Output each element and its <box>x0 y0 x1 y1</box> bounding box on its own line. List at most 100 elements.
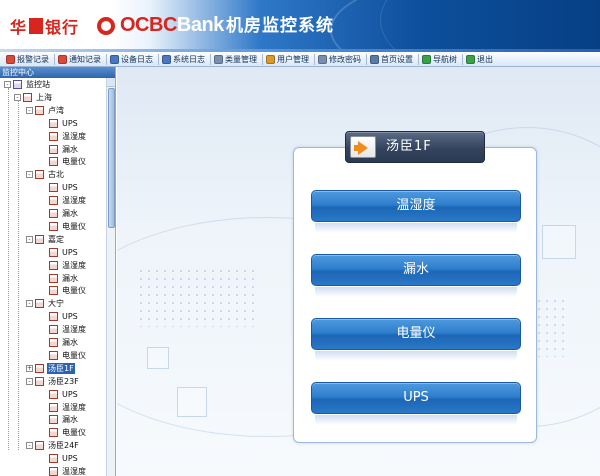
temp-humidity-button[interactable]: 温湿度 <box>311 190 521 222</box>
tree-leaf-item[interactable]: 漏水 <box>49 207 79 220</box>
tree-node[interactable]: - 嘉定 <box>26 233 65 246</box>
tree-node[interactable]: - 古北 <box>26 168 65 181</box>
device-icon <box>49 338 58 347</box>
collapse-icon[interactable]: - <box>26 442 33 450</box>
tree-leaf-item[interactable]: UPS <box>49 181 79 194</box>
tree-label: 漏水 <box>62 209 78 218</box>
tree-leaf-item[interactable]: 漏水 <box>49 272 79 285</box>
device-icon <box>49 157 58 167</box>
tree-guide-line <box>8 88 9 450</box>
tree-label: 古北 <box>48 170 64 180</box>
tree-node[interactable]: + 汤臣1F <box>26 362 75 375</box>
tree-node[interactable]: - 汤臣24F <box>26 439 80 452</box>
tree-leaf-item[interactable]: UPS <box>49 246 79 259</box>
tree-leaf-item[interactable]: 温湿度 <box>49 323 87 336</box>
collapse-icon[interactable]: - <box>26 235 33 243</box>
device-icon <box>49 247 58 257</box>
app-header: 华 银行 OCBCBank 机房监控系统 <box>0 0 600 52</box>
collapse-icon[interactable]: - <box>26 171 33 179</box>
toolbar-button[interactable]: 系统日志 <box>160 53 209 66</box>
device-icon <box>49 325 58 335</box>
tree-leaf-item[interactable]: 温湿度 <box>49 401 87 414</box>
tree-label: UPS <box>62 454 78 464</box>
toolbar-button[interactable]: 类量管理 <box>212 53 261 66</box>
toolbar-button[interactable]: 设备日志 <box>108 53 157 66</box>
toolbar-separator <box>54 53 55 65</box>
tree-leaf-item[interactable]: 电量仪 <box>49 426 87 439</box>
toolbar-button-label: 导航树 <box>433 54 457 64</box>
device-icon <box>49 467 58 476</box>
tree-label: 电量仪 <box>62 428 86 438</box>
tree-label: 温湿度 <box>62 196 86 206</box>
tree-node[interactable]: - 汤臣23F <box>26 375 80 388</box>
device-log-icon <box>110 54 119 64</box>
collapse-icon[interactable]: - <box>26 300 33 308</box>
toolbar-button[interactable]: 用户管理 <box>264 53 313 66</box>
folder-icon <box>35 441 44 451</box>
tree-node[interactable]: - 卢湾 <box>26 104 65 117</box>
bank-name-cn: 华 银行 <box>10 18 80 37</box>
ups-button[interactable]: UPS <box>311 382 521 414</box>
tree-node[interactable]: - 上海 <box>14 91 53 104</box>
tree-leaf-item[interactable]: 漏水 <box>49 413 79 426</box>
redacted-block <box>29 18 44 34</box>
toolbar-separator <box>418 53 419 65</box>
tree-label: UPS <box>62 389 78 399</box>
tree-guide-line <box>18 100 19 450</box>
water-leak-button[interactable]: 漏水 <box>311 254 521 286</box>
navigation-sidebar: 监控中心 - 监控站 - 上海 - 卢湾 UPS 温湿度 漏水 电量仪 - 古北 UPS 温湿度 漏水 电量仪… <box>0 67 116 476</box>
sidebar-scrollbar[interactable] <box>106 78 115 476</box>
tree-node[interactable]: - 监控站 <box>4 78 51 91</box>
background-decoration <box>542 225 576 259</box>
device-icon <box>49 454 58 464</box>
tree-leaf-item[interactable]: 电量仪 <box>49 284 87 297</box>
toolbar-button[interactable]: 退出 <box>464 53 497 66</box>
exit-icon <box>466 54 475 64</box>
tree-label: 温湿度 <box>62 467 86 476</box>
toolbar-button[interactable]: 导航树 <box>420 53 461 66</box>
tree-label: 电量仪 <box>62 221 86 231</box>
tree-leaf-item[interactable]: 电量仪 <box>49 155 87 168</box>
device-icon <box>49 260 58 270</box>
folder-icon <box>35 363 44 373</box>
tree-leaf-item[interactable]: 温湿度 <box>49 194 87 207</box>
tree-leaf-item[interactable]: UPS <box>49 117 79 130</box>
expand-icon[interactable]: + <box>26 364 33 372</box>
tree-leaf-item[interactable]: UPS <box>49 310 79 323</box>
tree-leaf-item[interactable]: 电量仪 <box>49 349 87 362</box>
folder-icon <box>35 170 44 180</box>
device-icon <box>49 144 58 154</box>
tree-leaf-item[interactable]: UPS <box>49 388 79 401</box>
tree-label: 漏水 <box>62 273 78 283</box>
collapse-icon[interactable]: - <box>26 106 33 114</box>
tree-leaf-item[interactable]: 漏水 <box>49 143 79 156</box>
tree-leaf-item[interactable]: 温湿度 <box>49 130 87 143</box>
collapse-icon[interactable]: - <box>26 377 33 385</box>
device-icon <box>49 131 58 141</box>
tree-leaf-item[interactable]: 漏水 <box>49 336 79 349</box>
tree-label: 温湿度 <box>62 402 86 412</box>
toolbar-button[interactable]: 报警记录 <box>4 53 53 66</box>
tree-node[interactable]: - 大宁 <box>26 297 65 310</box>
background-decoration <box>137 267 257 327</box>
background-decoration <box>177 387 207 417</box>
tree-label: 电量仪 <box>62 350 86 360</box>
scroll-up-arrow[interactable] <box>107 78 115 87</box>
tree-leaf-item[interactable]: 温湿度 <box>49 465 87 476</box>
tree-leaf-item[interactable]: 电量仪 <box>49 220 87 233</box>
tree-label: 汤臣24F <box>48 441 79 451</box>
button-reflection <box>315 351 517 361</box>
tree-leaf-item[interactable]: UPS <box>49 452 79 465</box>
toolbar-separator <box>262 53 263 65</box>
background-decoration <box>147 347 169 369</box>
tree-leaf-item[interactable]: 温湿度 <box>49 259 87 272</box>
toolbar-separator <box>314 53 315 65</box>
power-meter-button[interactable]: 电量仪 <box>311 318 521 350</box>
toolbar-button[interactable]: 通知记录 <box>56 53 105 66</box>
arrow-right-icon <box>350 136 376 158</box>
collapse-icon[interactable]: - <box>4 81 11 88</box>
variable-icon <box>214 54 223 64</box>
toolbar-button[interactable]: 修改密码 <box>316 53 365 66</box>
toolbar-button[interactable]: 首页设置 <box>368 53 417 66</box>
scroll-thumb[interactable] <box>108 88 115 228</box>
